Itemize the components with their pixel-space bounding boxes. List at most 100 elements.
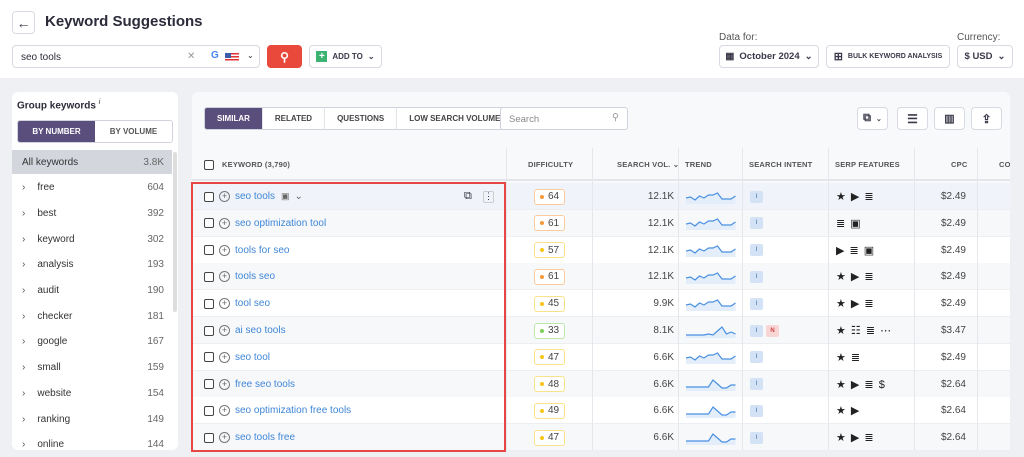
sidebar-item-label: small: [37, 362, 61, 374]
intent-badge: I: [750, 244, 763, 257]
by-volume-button[interactable]: BY VOLUME: [95, 121, 172, 142]
difficulty-dot: [539, 221, 544, 226]
cpc-value: $2.49: [940, 191, 966, 202]
add-to-button[interactable]: + ADD TO ⌄: [309, 45, 382, 68]
sidebar-item[interactable]: › analysis 193: [12, 253, 172, 277]
sidebar-item-count: 392: [147, 207, 164, 219]
cpc-value: $2.49: [940, 351, 966, 363]
search-volume: 12.1K: [647, 217, 674, 229]
chevron-down-icon: ⌄: [367, 52, 375, 61]
intent-badge: I: [750, 217, 763, 230]
sidebar-item[interactable]: › keyword 302: [12, 227, 172, 251]
tab-similar[interactable]: SIMILAR: [205, 108, 263, 129]
by-number-button[interactable]: BY NUMBER: [18, 121, 95, 142]
chevron-right-icon: ›: [22, 413, 26, 425]
search-button[interactable]: ⚲: [267, 45, 302, 68]
results-panel: SIMILAR RELATED QUESTIONS LOW SEARCH VOLUME…: [191, 92, 1010, 452]
intent-badge: I: [750, 190, 763, 203]
google-icon: G: [211, 50, 219, 61]
serp-features-icons: ★ ≣: [836, 351, 862, 364]
column-cpc[interactable]: CPC: [951, 148, 967, 181]
sidebar-item[interactable]: › checker 181: [12, 304, 172, 328]
trend-sparkline: [686, 325, 736, 338]
difficulty-dot: [539, 301, 544, 306]
serp-features-icons: ★ ▶ ≣: [836, 298, 875, 311]
column-trend[interactable]: TREND: [685, 148, 712, 181]
search-volume: 12.1K: [647, 244, 674, 256]
sidebar-item[interactable]: › ranking 149: [12, 407, 172, 431]
us-flag-icon[interactable]: [225, 53, 239, 62]
copy-button[interactable]: ⧉ ⌄: [857, 107, 888, 130]
tabs: SIMILAR RELATED QUESTIONS LOW SEARCH VOLUME: [204, 107, 515, 130]
sidebar-item-label: website: [37, 387, 72, 399]
tab-questions[interactable]: QUESTIONS: [325, 108, 398, 129]
info-icon[interactable]: i: [99, 99, 101, 106]
sidebar-item-label: ranking: [37, 413, 71, 425]
difficulty-dot: [539, 194, 544, 199]
sidebar-item[interactable]: All keywords 3.8K: [12, 150, 172, 174]
select-all-checkbox[interactable]: [204, 159, 214, 170]
sidebar-item[interactable]: › google 167: [12, 330, 172, 354]
sidebar-item-count: 193: [147, 259, 164, 271]
sidebar-item[interactable]: › online 144: [12, 433, 172, 457]
tab-low-search-volume[interactable]: LOW SEARCH VOLUME: [397, 108, 514, 129]
cpc-value: $2.49: [940, 298, 966, 310]
chevron-down-icon[interactable]: ⌄: [247, 51, 254, 60]
difficulty-dot: [539, 435, 544, 440]
sidebar-item[interactable]: › free 604: [12, 176, 172, 200]
serp-features-icons: ★ ▶: [836, 405, 861, 418]
tab-related[interactable]: RELATED: [263, 108, 326, 129]
chevron-right-icon: ›: [22, 285, 26, 296]
chevron-down-icon: ⌄: [804, 51, 813, 62]
sidebar-item-count: 604: [147, 182, 164, 194]
difficulty-dot: [539, 408, 544, 413]
column-difficulty[interactable]: DIFFICULTY: [528, 148, 573, 181]
column-competition[interactable]: COM: [999, 148, 1010, 181]
sidebar-item-count: 181: [147, 310, 164, 322]
sidebar-item-count: 190: [147, 285, 164, 296]
columns-button[interactable]: ▥: [934, 107, 965, 130]
chevron-right-icon: ›: [22, 362, 26, 374]
serp-features-icons: ★ ▶ ≣: [836, 432, 875, 445]
chevron-right-icon: ›: [22, 439, 26, 451]
bulk-keyword-analysis-button[interactable]: ⊞ BULK KEYWORD ANALYSIS: [826, 45, 950, 68]
clear-icon[interactable]: ✕: [187, 51, 195, 62]
chevron-down-icon: ⌄: [997, 51, 1006, 62]
column-serp-features[interactable]: SERP FEATURES: [835, 148, 900, 181]
sidebar-item[interactable]: › audit 190: [12, 279, 172, 303]
intent-badge: I: [750, 270, 763, 283]
intent-badge: I: [750, 404, 763, 417]
sidebar-item-count: 167: [147, 336, 164, 348]
cpc-value: $2.49: [940, 271, 966, 283]
filter-button[interactable]: ☰: [897, 107, 928, 130]
trend-sparkline: [686, 272, 736, 284]
export-button[interactable]: ⇪: [971, 107, 1002, 130]
table-search-input[interactable]: Search ⚲: [500, 107, 628, 130]
sidebar-item-label: best: [37, 207, 57, 219]
sidebar-item[interactable]: › best 392: [12, 201, 172, 225]
sidebar-item-count: 159: [147, 362, 164, 374]
difficulty-badge: 64: [534, 188, 565, 205]
column-search-intent[interactable]: SEARCH INTENT: [749, 148, 812, 181]
serp-features-icons: ★ ▶ ≣ $: [836, 378, 886, 391]
difficulty-badge: 33: [534, 322, 565, 339]
search-volume: 6.6K: [653, 432, 674, 444]
difficulty-badge: 61: [534, 268, 565, 285]
sidebar-item[interactable]: › small 159: [12, 356, 172, 380]
calendar-icon: ▦: [725, 51, 735, 62]
sidebar-scrollbar[interactable]: [173, 152, 177, 312]
filter-icon: ☰: [907, 111, 918, 126]
column-keyword[interactable]: KEYWORD (3,790): [204, 148, 290, 181]
search-volume: 6.6K: [653, 351, 674, 363]
currency-select[interactable]: $ USD ⌄: [957, 45, 1013, 68]
cpc-value: $2.49: [940, 217, 966, 229]
keyword-search-input[interactable]: seo tools ✕ G ⌄: [12, 45, 260, 68]
date-select[interactable]: ▦ October 2024 ⌄: [719, 45, 819, 68]
back-button[interactable]: ←: [12, 11, 35, 34]
difficulty-dot: [539, 274, 544, 279]
sidebar-item-label: checker: [37, 310, 73, 322]
sidebar-item[interactable]: › website 154: [12, 381, 172, 405]
search-volume: 12.1K: [647, 191, 674, 202]
column-search-volume[interactable]: SEARCH VOL. ⌄: [617, 148, 679, 181]
sidebar-item-label: online: [37, 439, 65, 451]
